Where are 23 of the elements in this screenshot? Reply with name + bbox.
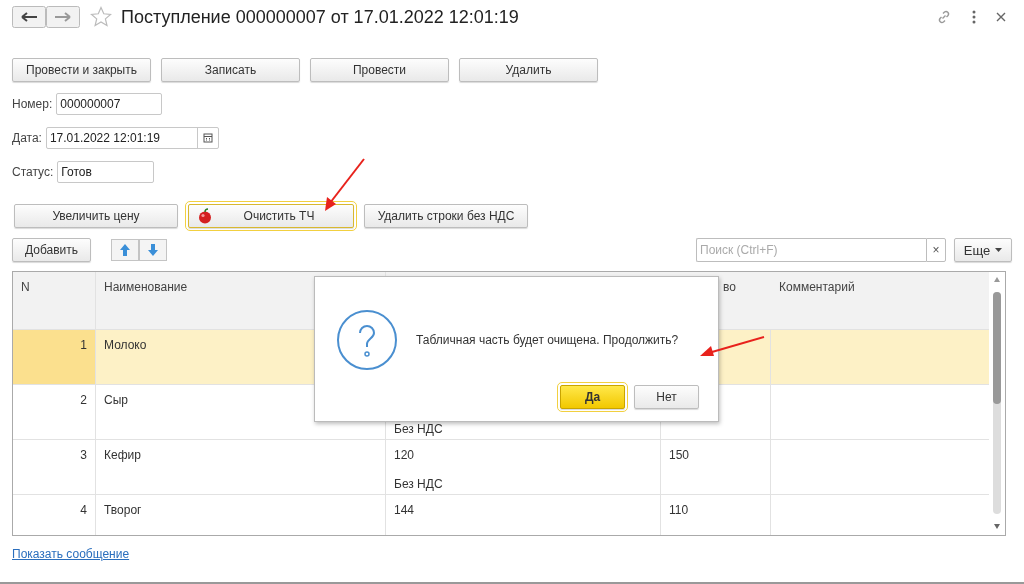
table-cell: 110 — [669, 503, 689, 517]
field-label: Дата: — [12, 131, 42, 145]
column-header: Комментарий — [779, 280, 855, 294]
table-cell: Сыр — [104, 393, 128, 407]
dialog-message: Табличная часть будет очищена. Продолжить? — [416, 333, 679, 347]
field-label: Номер: — [12, 97, 53, 111]
table-cell: 1 — [80, 338, 87, 352]
table-cell: 150 — [669, 448, 690, 462]
table-cell: 4 — [80, 503, 87, 517]
window-title: Поступление 000000007 от 17.01.2022 12:01:19 — [121, 6, 519, 28]
table-cell: Без НДС — [394, 422, 443, 436]
column-header: N — [21, 280, 30, 294]
table-cell: Молоко — [104, 338, 147, 352]
table-cell: 3 — [80, 448, 87, 462]
table-cell: Без НДС — [394, 477, 443, 491]
table-cell: 2 — [80, 393, 87, 407]
column-header: Наименование — [104, 280, 188, 294]
table-cell: 120 — [394, 448, 415, 462]
table-cell: Творог — [104, 503, 142, 517]
table-cell: Кефир — [104, 448, 141, 462]
column-header: во — [723, 280, 736, 294]
field-label: Статус: — [12, 165, 54, 179]
table-cell: 144 — [394, 503, 415, 517]
